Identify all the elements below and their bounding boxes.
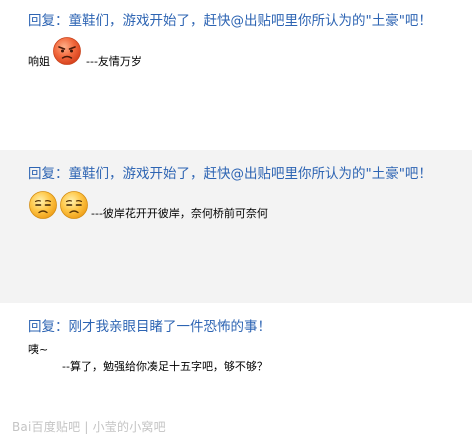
- post-body-line: 咦~: [28, 343, 49, 356]
- post-body-line: --算了，勉强给你凑足十五字吧，够不够？: [62, 360, 268, 373]
- baidu-tieba-watermark: Bai百度贴吧 | 小莹的小窝吧: [12, 420, 166, 434]
- reply-title-link[interactable]: 回复：刚才我亲眼目睹了一件恐怖的事！: [28, 318, 271, 336]
- post-body-prefix: 响姐: [28, 55, 50, 68]
- angry-face-icon: [53, 37, 81, 65]
- reply-post: 回复：童鞋们，游戏开始了，赶快@出贴吧里你所认为的"土豪"吧！ ---彼岸花开开…: [0, 150, 472, 303]
- reply-title-link[interactable]: 回复：童鞋们，游戏开始了，赶快@出贴吧里你所认为的"土豪"吧！: [28, 165, 432, 183]
- sad-face-icon: [29, 191, 57, 219]
- reply-post: 回复：童鞋们，游戏开始了，赶快@出贴吧里你所认为的"土豪"吧！ 响姐 ---友情…: [0, 0, 472, 150]
- sad-face-icon: [60, 191, 88, 219]
- reply-title-link[interactable]: 回复：童鞋们，游戏开始了，赶快@出贴吧里你所认为的"土豪"吧！: [28, 12, 432, 30]
- post-signature: ---彼岸花开开彼岸，奈何桥前可奈何: [91, 207, 268, 220]
- post-signature: ---友情万岁: [86, 55, 142, 68]
